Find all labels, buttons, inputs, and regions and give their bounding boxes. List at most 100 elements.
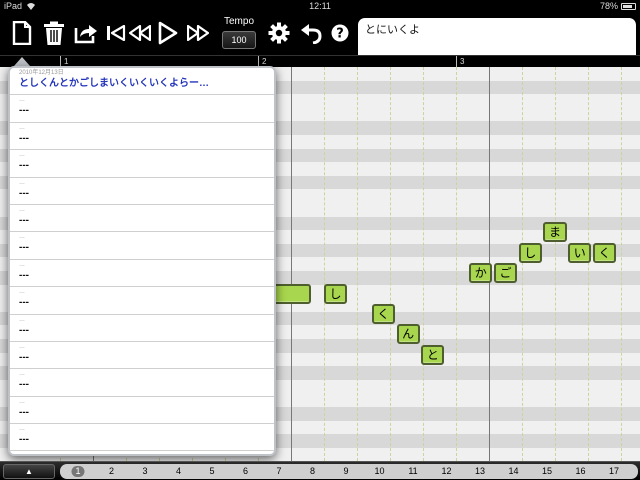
measure-number[interactable]: 11 — [408, 464, 417, 479]
bottom-bar: ▲ 1 2 3 4 5 6 7 8 9 10 11 12 13 14 15 16 17 — [0, 461, 640, 480]
note-block[interactable]: い — [568, 242, 592, 263]
song-list-item[interactable]: … --- — [10, 150, 274, 178]
toolbar: Tempo 100 ? とにいくよ — [0, 12, 640, 64]
svg-text:?: ? — [336, 27, 344, 42]
rewind-icon[interactable] — [128, 18, 152, 48]
measure-number[interactable]: 7 — [276, 464, 281, 479]
song-list-item[interactable]: … --- — [10, 424, 274, 452]
song-date: … — [19, 179, 25, 186]
measure-number[interactable]: 9 — [343, 464, 348, 479]
measure-number[interactable]: 17 — [609, 464, 619, 479]
trash-icon[interactable] — [40, 18, 68, 48]
beat-line — [456, 67, 457, 461]
song-list-item[interactable]: … --- — [10, 232, 274, 260]
song-list-item[interactable]: … --- — [10, 178, 274, 205]
song-title: --- — [19, 214, 29, 226]
song-title: --- — [19, 269, 29, 281]
gear-icon[interactable] — [266, 18, 292, 48]
song-list-item[interactable]: … --- — [10, 369, 274, 397]
battery-icon — [621, 3, 636, 10]
song-title: --- — [19, 297, 29, 309]
current-measure-indicator[interactable]: 1 — [71, 466, 85, 477]
measure-scroller[interactable]: 1 2 3 4 5 6 7 8 9 10 11 12 13 14 15 16 17 — [60, 464, 638, 479]
note-block[interactable]: く — [371, 304, 395, 324]
beat-line — [324, 67, 325, 461]
song-title: --- — [19, 324, 29, 336]
share-icon[interactable] — [72, 18, 100, 48]
beat-line — [522, 67, 523, 461]
song-list-popover: 2010年12月13日 としくんとかごしまいくいくいくよらー…… ---… ---… -… — [8, 66, 276, 456]
beat-line — [357, 67, 358, 461]
note-block[interactable]: と — [421, 344, 445, 365]
song-title: としくんとかごしまいくいくいくよらー… — [19, 78, 209, 89]
measure-number[interactable]: 16 — [575, 464, 585, 479]
tempo-control[interactable]: Tempo 100 — [218, 16, 260, 49]
song-list-item[interactable]: … --- — [10, 397, 274, 425]
beat-line — [423, 67, 424, 461]
note-block[interactable]: し — [324, 283, 348, 304]
help-icon[interactable]: ? — [328, 18, 352, 48]
song-list-item[interactable]: … --- — [10, 315, 274, 342]
song-title: --- — [19, 187, 29, 199]
measure-number[interactable]: 13 — [475, 464, 485, 479]
measure-number[interactable]: 3 — [142, 464, 147, 479]
tempo-value[interactable]: 100 — [222, 31, 256, 49]
new-document-icon[interactable] — [8, 18, 36, 48]
song-list-item[interactable]: … --- — [10, 205, 274, 233]
song-title: --- — [19, 351, 29, 363]
song-date: … — [19, 97, 25, 104]
song-date: … — [19, 206, 25, 213]
note-block[interactable]: く — [592, 242, 617, 263]
measure-number[interactable]: 15 — [542, 464, 552, 479]
measure-number[interactable]: 5 — [209, 464, 214, 479]
battery-percent: 78% — [599, 1, 618, 11]
note-block[interactable]: し — [518, 242, 542, 263]
measure-number[interactable]: 10 — [374, 464, 384, 479]
measure-number[interactable]: 6 — [243, 464, 248, 479]
song-date: … — [19, 234, 25, 241]
song-list-item[interactable]: … --- — [10, 287, 274, 315]
song-date: … — [19, 124, 25, 131]
beat-line — [621, 67, 622, 461]
note-block[interactable]: ご — [493, 263, 518, 284]
skip-to-start-icon[interactable] — [104, 18, 128, 48]
song-date: … — [19, 152, 25, 159]
song-title: --- — [19, 379, 29, 391]
song-title: --- — [19, 160, 29, 172]
measure-number[interactable]: 4 — [176, 464, 181, 479]
beat-line — [555, 67, 556, 461]
tempo-label: Tempo — [223, 16, 254, 27]
song-date: 2010年12月13日 — [19, 70, 64, 76]
song-title: --- — [19, 132, 29, 144]
expand-up-button[interactable]: ▲ — [3, 464, 55, 479]
song-title: --- — [19, 406, 29, 418]
song-date: … — [19, 261, 25, 268]
song-list-item[interactable]: 2010年12月13日としくんとかごしまいくいくいくよらー… — [10, 68, 274, 96]
song-title: --- — [19, 242, 29, 254]
song-date: … — [19, 398, 25, 405]
fast-forward-icon[interactable] — [184, 18, 212, 48]
play-icon[interactable] — [154, 18, 182, 48]
song-date: … — [19, 316, 25, 323]
measure-number[interactable]: 14 — [508, 464, 518, 479]
song-list-item[interactable]: … --- — [10, 95, 274, 123]
note-block[interactable]: ん — [396, 324, 420, 345]
status-bar: iPad 12:11 78% — [0, 0, 640, 12]
song-title: --- — [19, 105, 29, 117]
measure-number[interactable]: 8 — [310, 464, 315, 479]
beat-line — [390, 67, 391, 461]
song-list-item[interactable]: … --- — [10, 260, 274, 288]
song-list-item[interactable]: … --- — [10, 342, 274, 370]
measure-number[interactable]: 2 — [109, 464, 114, 479]
note-block[interactable]: か — [469, 263, 493, 284]
song-date: … — [19, 289, 25, 296]
song-date: … — [19, 371, 25, 378]
song-list-item[interactable]: … --- — [10, 123, 274, 151]
measure-number[interactable]: 12 — [441, 464, 451, 479]
song-date: … — [19, 426, 25, 433]
song-title: --- — [19, 434, 29, 446]
undo-icon[interactable] — [298, 18, 324, 48]
beat-line — [291, 67, 292, 461]
note-block[interactable]: ま — [543, 222, 567, 243]
song-date: … — [19, 343, 25, 350]
